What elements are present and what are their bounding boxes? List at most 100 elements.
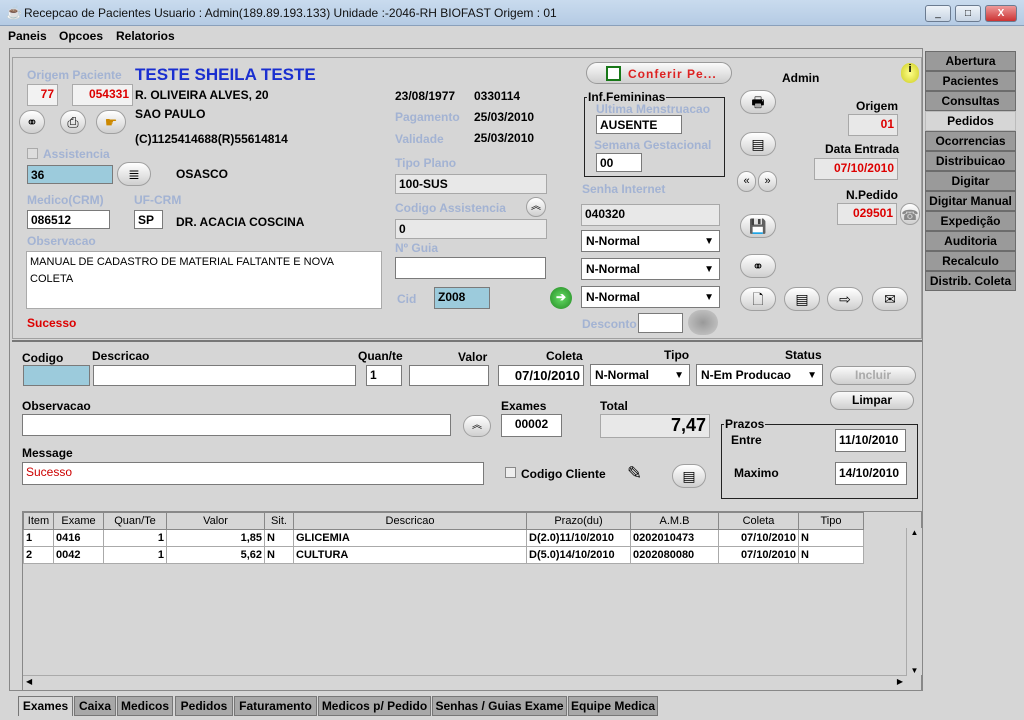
item-observacao-field[interactable] [22,414,451,436]
select-1[interactable]: N-Normal ▼ [581,230,720,252]
menu-paneis[interactable]: Paneis [8,29,47,43]
tab-medicos-p-pedido[interactable]: Medicos p/ Pedido [318,696,431,716]
export-icon[interactable]: ⇨ [827,287,863,311]
chevron-left-icon[interactable]: « [737,171,756,192]
tab-pacientes[interactable]: Pacientes [925,71,1016,91]
column-header[interactable]: Valor [166,512,265,530]
tab-digitar-manual[interactable]: Digitar Manual [925,191,1016,211]
column-header[interactable]: Sit. [264,512,294,530]
maximo-field[interactable]: 14/10/2010 [835,462,907,485]
scroll-icon[interactable]: ▤ [672,464,706,488]
data-entrada-field[interactable]: 07/10/2010 [814,158,898,180]
desconto-field[interactable] [638,313,683,333]
origem-field[interactable]: 01 [848,114,898,136]
crm-field[interactable]: 086512 [27,210,110,229]
cid-field[interactable]: Z008 [434,287,490,309]
send-mail-icon[interactable]: ✉ [872,287,908,311]
coleta-field[interactable]: 07/10/2010 [498,365,584,386]
menu-opcoes[interactable]: Opcoes [59,29,103,43]
select-3[interactable]: N-Normal ▼ [581,286,720,308]
column-header[interactable]: Item [23,512,54,530]
codigo-assistencia-field[interactable]: 0 [395,219,547,239]
printer-icon[interactable]: ⎙ [60,110,86,134]
column-header[interactable]: Exame [53,512,104,530]
tab-pedidos[interactable]: Pedidos [175,696,233,716]
phone-icon[interactable]: ☎ [900,203,920,225]
incluir-button[interactable]: Incluir [830,366,916,385]
tab-distribuicao[interactable]: Distribuicao [925,151,1016,171]
assistencia-code-field[interactable]: 36 [27,165,113,184]
quantidade-field[interactable]: 1 [366,365,402,386]
tab-medicos[interactable]: Medicos [117,696,173,716]
uf-field[interactable]: SP [134,210,163,229]
tab-auditoria[interactable]: Auditoria [925,231,1016,251]
save-icon[interactable]: 💾 [740,214,776,238]
codigo-field[interactable] [23,365,90,386]
column-header[interactable]: Quan/Te [103,512,167,530]
codigo-cliente-checkbox[interactable] [505,467,516,478]
status-select[interactable]: N-Em Producao ▼ [696,364,823,386]
column-header[interactable]: Prazo(du) [526,512,631,530]
tab-exames[interactable]: Exames [18,696,73,716]
tab-recalculo[interactable]: Recalculo [925,251,1016,271]
origem-field-1[interactable]: 77 [27,84,58,106]
npedido-field[interactable]: 029501 [837,203,897,225]
chevron-up-icon[interactable]: ︽ [463,415,491,437]
print-preview-icon[interactable]: 🖶 [740,90,776,114]
tab-caixa[interactable]: Caixa [74,696,116,716]
column-header[interactable]: Coleta [718,512,799,530]
table-row[interactable]: 2 0042 1 5,62 N CULTURA D(5.0)14/10/2010 020208… [23,546,864,564]
chevron-up-icon[interactable]: ︽ [526,197,546,217]
scroll-icon[interactable]: ▤ [740,132,776,156]
new-document-icon[interactable]: 🗋 [740,287,776,311]
select-2[interactable]: N-Normal ▼ [581,258,720,280]
guia-field[interactable] [395,257,546,279]
tab-expedi-o[interactable]: Expedição [925,211,1016,231]
limpar-button[interactable]: Limpar [830,391,914,410]
maximize-button[interactable]: □ [955,5,981,22]
conferir-button[interactable]: Conferir Pe... [586,62,732,84]
tab-ocorrencias[interactable]: Ocorrencias [925,131,1016,151]
descricao-field[interactable] [93,365,356,386]
tipo-plano-field[interactable]: 100-SUS [395,174,547,194]
column-header[interactable]: Descricao [293,512,527,530]
valor-field[interactable] [409,365,489,386]
tab-pedidos[interactable]: Pedidos [925,111,1016,131]
arrow-right-icon[interactable]: ➔ [550,287,572,309]
tab-consultas[interactable]: Consultas [925,91,1016,111]
column-header[interactable]: A.M.B [630,512,719,530]
lightbulb-icon[interactable]: i [901,63,919,83]
tab-abertura[interactable]: Abertura [925,51,1016,71]
tab-distrib-coleta[interactable]: Distrib. Coleta [925,271,1016,291]
handshake-icon[interactable]: ☛ [96,110,126,134]
assistencia-checkbox[interactable] [27,148,38,159]
column-header[interactable]: Tipo [798,512,864,530]
senha-internet-field[interactable]: 040320 [581,204,720,226]
chevron-right-icon[interactable]: » [758,171,777,192]
close-button[interactable]: X [985,5,1017,22]
scroll-down-icon[interactable]: ▼ [907,666,922,675]
scroll-icon[interactable]: ▤ [784,287,820,311]
tab-senhas-guias-exame[interactable]: Senhas / Guias Exame [432,696,567,716]
horizontal-scrollbar[interactable]: ◀ ▶ [23,675,907,690]
tab-digitar[interactable]: Digitar [925,171,1016,191]
semana-field[interactable]: 00 [596,153,642,172]
tab-equipe-medica[interactable]: Equipe Medica [568,696,658,716]
menu-relatorios[interactable]: Relatorios [116,29,175,43]
binoculars-icon[interactable]: ⚭ [19,110,45,134]
binoculars-icon[interactable]: ⚭ [740,254,776,278]
list-icon[interactable]: ≣ [117,162,151,186]
tab-faturamento[interactable]: Faturamento [234,696,317,716]
edit-icon[interactable]: ✎ [627,463,651,489]
scroll-right-icon[interactable]: ▶ [897,677,903,686]
vertical-scrollbar[interactable]: ▲ ▼ [906,528,922,675]
table-row[interactable]: 1 0416 1 1,85 N GLICEMIA D(2.0)11/10/2010 02020… [23,529,864,547]
scroll-left-icon[interactable]: ◀ [26,677,32,686]
origem-field-2[interactable]: 054331 [72,84,133,106]
entre-field[interactable]: 11/10/2010 [835,429,906,452]
disabled-round-button[interactable] [688,310,718,335]
scroll-up-icon[interactable]: ▲ [907,528,922,537]
ultima-menstruacao-field[interactable]: AUSENTE [596,115,682,134]
observacao-textarea[interactable]: MANUAL DE CADASTRO DE MATERIAL FALTANTE … [26,251,382,309]
tipo-select[interactable]: N-Normal ▼ [590,364,690,386]
